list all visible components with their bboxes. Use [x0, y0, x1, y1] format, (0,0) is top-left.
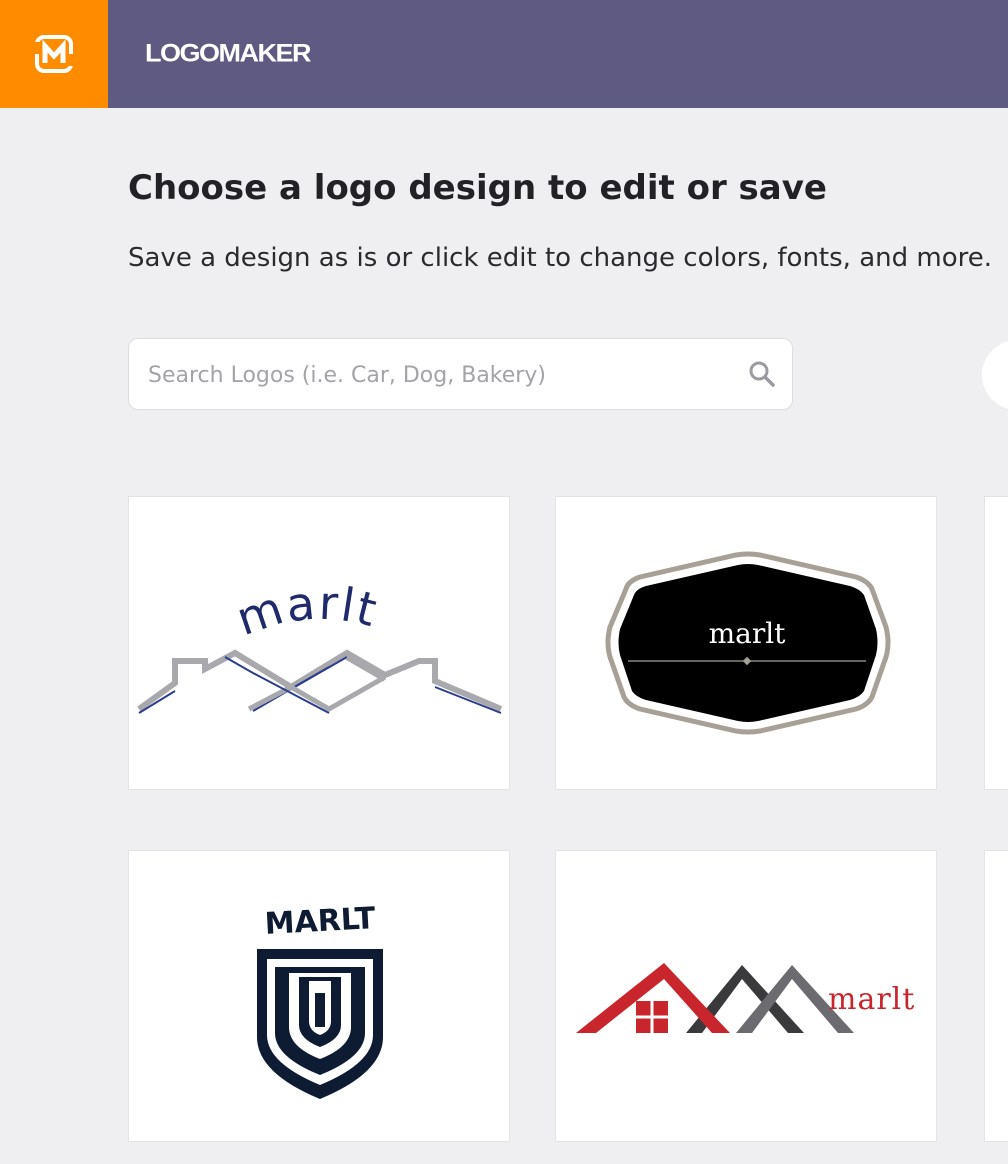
- search-input[interactable]: [146, 339, 730, 411]
- svg-text:marlt: marlt: [230, 576, 384, 647]
- brand-name[interactable]: LOGOMAKER: [145, 39, 312, 68]
- logomaker-m-icon: [34, 35, 74, 73]
- logo-text: marlt: [828, 982, 915, 1017]
- logo-card[interactable]: marlt: [555, 850, 937, 1142]
- logo-card[interactable]: marlt: [555, 496, 937, 790]
- logo-hexagon-badge: marlt: [605, 551, 891, 735]
- home-logo-button[interactable]: [0, 0, 108, 108]
- logo-text: MARLT: [264, 901, 377, 942]
- top-bar: LOGOMAKER: [0, 0, 1008, 108]
- logo-card[interactable]: MARLT: [128, 850, 510, 1142]
- search-icon[interactable]: [748, 360, 776, 388]
- search-box: [128, 338, 793, 411]
- filter-button-partial[interactable]: [982, 340, 1008, 410]
- page-subtitle: Save a design as is or click edit to cha…: [128, 243, 992, 273]
- logo-rooftops-blue: marlt: [137, 576, 503, 714]
- logo-card-partial[interactable]: [984, 496, 1008, 790]
- page-title: Choose a logo design to edit or save: [128, 168, 827, 208]
- logo-card-partial[interactable]: [984, 850, 1008, 1142]
- logo-text: marlt: [709, 617, 787, 650]
- logo-card[interactable]: marlt: [128, 496, 510, 790]
- logo-shield-crest: MARLT: [257, 901, 383, 1099]
- logo-rooftops-red: marlt: [576, 963, 915, 1033]
- logo-text: marlt: [230, 576, 382, 647]
